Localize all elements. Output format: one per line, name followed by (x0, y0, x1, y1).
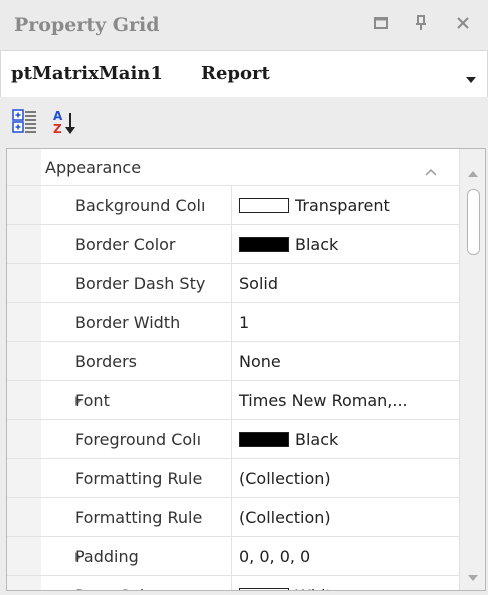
property-name-cell[interactable]: Padding (41, 537, 232, 575)
property-row[interactable]: Formatting Rule (Collection) (7, 459, 459, 498)
title-bar: Property Grid (0, 0, 488, 51)
property-value-cell[interactable]: Solid (233, 264, 459, 302)
scroll-thumb[interactable] (467, 189, 480, 255)
property-value: None (239, 352, 281, 371)
property-row[interactable]: Font Times New Roman,... (7, 381, 459, 420)
property-name: Formatting Rule (75, 469, 203, 488)
property-value: 0, 0, 0, 0 (239, 547, 311, 566)
selected-object-type: Report (201, 63, 270, 84)
property-value: Times New Roman,... (239, 391, 408, 410)
property-row[interactable]: Border Color Black (7, 225, 459, 264)
property-value: Black (295, 235, 339, 254)
property-value-cell[interactable]: White (233, 576, 459, 590)
property-row[interactable]: Border Width 1 (7, 303, 459, 342)
scroll-up-icon[interactable] (468, 163, 478, 182)
color-swatch (239, 432, 289, 447)
color-swatch (239, 588, 289, 590)
property-row[interactable]: Foreground Colı Black (7, 420, 459, 459)
property-value-cell[interactable]: 1 (233, 303, 459, 341)
property-value: Black (295, 430, 339, 449)
property-name-cell[interactable]: Border Dash Sty (41, 264, 232, 302)
property-name-cell[interactable]: Border Width (41, 303, 232, 341)
property-value: Solid (239, 274, 278, 293)
property-row[interactable]: Padding 0, 0, 0, 0 (7, 537, 459, 576)
property-grid-panel: Property Grid ptMatrixMain1 Report A Z A… (0, 0, 488, 595)
property-name-cell[interactable]: Formatting Rule (41, 459, 232, 497)
property-name-cell[interactable]: Page Color (41, 576, 232, 590)
color-swatch (239, 198, 289, 213)
property-value-cell[interactable]: (Collection) (233, 459, 459, 497)
property-name-cell[interactable]: Formatting Rule (41, 498, 232, 536)
property-value: 1 (239, 313, 250, 332)
property-name: Font (75, 391, 110, 410)
restore-icon[interactable] (370, 12, 392, 34)
collapse-icon[interactable] (425, 161, 437, 180)
panel-title: Property Grid (14, 14, 160, 36)
vertical-scrollbar[interactable] (459, 149, 485, 590)
property-name-cell[interactable]: Borders (41, 342, 232, 380)
category-appearance[interactable]: Appearance (7, 149, 459, 186)
property-name-cell[interactable]: Background Colı (41, 186, 232, 224)
property-value: (Collection) (239, 469, 331, 488)
property-name: Border Color (75, 235, 176, 254)
property-name: Formatting Rule (75, 508, 203, 527)
property-grid: Appearance Background Colı Transparent Bor… (6, 148, 486, 591)
category-label: Appearance (45, 158, 142, 177)
property-name: Background Colı (75, 196, 206, 215)
property-name-cell[interactable]: Border Color (41, 225, 232, 263)
svg-text:A: A (53, 109, 63, 123)
scroll-down-icon[interactable] (468, 567, 478, 586)
property-value-cell[interactable]: (Collection) (233, 498, 459, 536)
close-icon[interactable] (452, 12, 474, 34)
property-row[interactable]: Border Dash Sty Solid (7, 264, 459, 303)
property-row[interactable]: Formatting Rule (Collection) (7, 498, 459, 537)
color-swatch (239, 237, 289, 252)
selected-object-name: ptMatrixMain1 (11, 63, 163, 84)
property-value-cell[interactable]: Transparent (233, 186, 459, 224)
property-row[interactable]: Background Colı Transparent (7, 186, 459, 225)
property-row[interactable]: Borders None (7, 342, 459, 381)
object-selector[interactable]: ptMatrixMain1 Report (0, 50, 488, 98)
property-name-cell[interactable]: Font (41, 381, 232, 419)
property-name: Padding (75, 547, 139, 566)
property-name: Borders (75, 352, 137, 371)
property-value-cell[interactable]: Times New Roman,... (233, 381, 459, 419)
property-value-cell[interactable]: Black (233, 225, 459, 263)
property-rows: Appearance Background Colı Transparent Bor… (7, 149, 459, 590)
property-value: (Collection) (239, 508, 331, 527)
property-row[interactable]: Page Color White (7, 576, 459, 590)
categorized-view-icon[interactable] (12, 107, 38, 135)
property-name: Border Width (75, 313, 181, 332)
property-value-cell[interactable]: None (233, 342, 459, 380)
property-name: Page Color (75, 586, 161, 590)
property-value-cell[interactable]: 0, 0, 0, 0 (233, 537, 459, 575)
property-name: Border Dash Sty (75, 274, 206, 293)
toolbar: A Z (0, 97, 488, 145)
property-value: White (295, 586, 342, 590)
property-value: Transparent (295, 196, 390, 215)
svg-text:Z: Z (53, 122, 62, 135)
alphabetical-sort-icon[interactable]: A Z (52, 107, 78, 136)
property-name: Foreground Colı (75, 430, 202, 449)
dropdown-arrow-icon[interactable] (465, 69, 477, 88)
property-name-cell[interactable]: Foreground Colı (41, 420, 232, 458)
pin-icon[interactable] (410, 12, 432, 34)
property-value-cell[interactable]: Black (233, 420, 459, 458)
